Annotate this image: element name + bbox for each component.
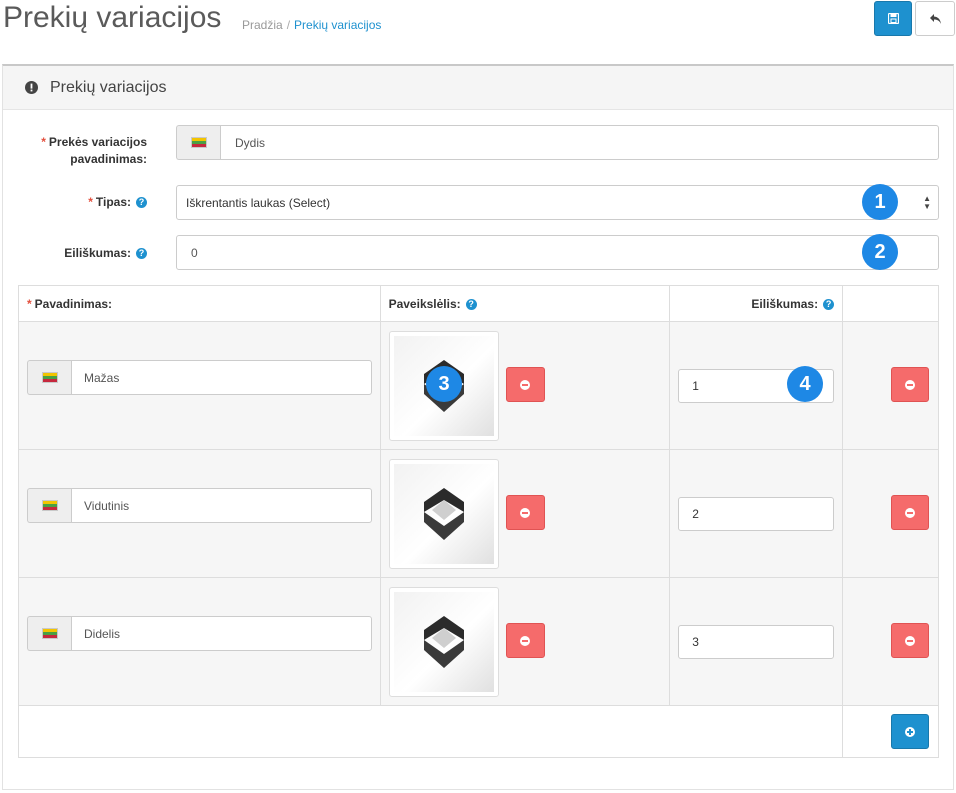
- table-footer-row: [17, 705, 939, 758]
- help-icon[interactable]: ?: [823, 298, 835, 310]
- value-image-cell: [379, 577, 671, 706]
- opencart-logo-image: [393, 592, 494, 692]
- reply-arrow-icon: [929, 13, 941, 24]
- variation-name-input[interactable]: Dydis: [220, 125, 939, 160]
- value-name-group: Mažas: [27, 360, 372, 395]
- save-button[interactable]: [874, 1, 912, 36]
- help-icon[interactable]: ?: [465, 298, 477, 310]
- remove-image-button[interactable]: [505, 495, 545, 530]
- value-image-thumbnail[interactable]: [388, 459, 499, 569]
- value-name-input[interactable]: Vidutinis: [71, 488, 372, 523]
- exclamation-circle-icon: [25, 81, 38, 94]
- breadcrumb-home[interactable]: Pradžia: [242, 18, 283, 32]
- column-header-image: Paveikslėlis:?: [379, 285, 671, 322]
- value-action-cell: [842, 577, 939, 706]
- type-label: * Tipas:?: [20, 195, 147, 209]
- opencart-logo-icon: [423, 488, 464, 540]
- breadcrumb: Pradžia / Prekių variacijos: [242, 18, 381, 32]
- footer-action-cell: [842, 705, 939, 758]
- value-sort-input[interactable]: 3: [678, 625, 835, 659]
- type-select-value: Iškrentantis laukas (Select): [186, 195, 331, 210]
- value-image-cell: [379, 449, 671, 578]
- type-label-text: Tipas:: [95, 195, 131, 209]
- value-name-cell: Mažas: [18, 321, 381, 450]
- select-arrows-icon: ▲ ▼: [923, 194, 931, 211]
- minus-circle-icon: [520, 379, 531, 390]
- value-name-group: Vidutinis: [27, 488, 372, 523]
- value-name-input[interactable]: Didelis: [71, 616, 372, 651]
- value-action-cell: [842, 321, 939, 450]
- sort-order-input[interactable]: 0: [176, 235, 939, 270]
- variation-name-group: Dydis: [176, 125, 939, 160]
- floppy-disk-icon: [887, 13, 899, 24]
- value-name-cell: Didelis: [18, 577, 381, 706]
- column-header-name: * Pavadinimas:: [18, 285, 381, 322]
- opencart-logo-icon: [423, 616, 464, 668]
- language-flag-addon: [176, 125, 220, 160]
- variation-values-table: * Pavadinimas: Paveikslėlis:? Eiliškumas:…: [17, 285, 939, 758]
- breadcrumb-current[interactable]: Prekių variacijos: [294, 18, 381, 32]
- remove-value-button[interactable]: [891, 495, 930, 530]
- table-row: Vidutinis 2: [18, 449, 939, 578]
- type-select[interactable]: Iškrentantis laukas (Select) ▲ ▼: [176, 185, 939, 220]
- value-sort-cell: 2: [669, 449, 844, 578]
- remove-value-button[interactable]: [891, 367, 930, 402]
- column-header-sort: Eiliškumas:?: [669, 285, 844, 322]
- variation-name-label-line1: Prekės variacijos: [48, 135, 147, 149]
- lithuania-flag-icon: [41, 628, 58, 639]
- value-image-thumbnail[interactable]: [388, 587, 499, 697]
- table-header-row: * Pavadinimas: Paveikslėlis:? Eiliškumas:…: [18, 285, 939, 322]
- help-icon[interactable]: ?: [136, 197, 147, 209]
- column-header-name-text: Pavadinimas:: [34, 296, 113, 311]
- value-sort-input[interactable]: 2: [678, 497, 835, 531]
- breadcrumb-separator: /: [286, 18, 291, 32]
- column-header-image-text: Paveikslėlis:: [388, 296, 461, 311]
- value-action-cell: [842, 449, 939, 578]
- language-flag-addon: [27, 360, 71, 395]
- sort-order-label-text: Eiliškumas:: [64, 246, 131, 260]
- minus-circle-icon: [905, 635, 916, 646]
- page-title: Prekių variacijos: [3, 1, 222, 34]
- value-sort-cell: 3: [669, 577, 844, 706]
- variation-name-label: * Prekės variacijos pavadinimas:: [20, 134, 147, 168]
- remove-value-button[interactable]: [891, 623, 930, 658]
- minus-circle-icon: [905, 507, 916, 518]
- variation-name-label-line2: pavadinimas:: [70, 152, 147, 166]
- column-header-actions: [842, 285, 939, 322]
- value-name-group: Didelis: [27, 616, 372, 651]
- required-mark: *: [88, 195, 93, 209]
- column-header-sort-text: Eiliškumas:: [751, 296, 819, 311]
- annotation-marker-4: 4: [787, 366, 823, 402]
- minus-circle-icon: [905, 379, 916, 390]
- annotation-marker-3: 3: [426, 366, 462, 402]
- add-value-button[interactable]: [891, 714, 930, 749]
- remove-image-button[interactable]: [505, 367, 545, 402]
- back-button[interactable]: [915, 1, 955, 36]
- language-flag-addon: [27, 616, 71, 651]
- plus-circle-icon: [905, 726, 916, 737]
- panel-title: Prekių variacijos: [50, 78, 167, 96]
- remove-image-button[interactable]: [505, 623, 545, 658]
- value-name-cell: Vidutinis: [18, 449, 381, 578]
- minus-circle-icon: [520, 635, 531, 646]
- opencart-logo-image: [393, 464, 494, 564]
- lithuania-flag-icon: [190, 137, 207, 148]
- value-image-cell: [379, 321, 671, 450]
- help-icon[interactable]: ?: [136, 248, 147, 260]
- lithuania-flag-icon: [41, 372, 58, 383]
- value-name-input[interactable]: Mažas: [71, 360, 372, 395]
- footer-spacer-cell: [17, 705, 844, 758]
- lithuania-flag-icon: [41, 500, 58, 511]
- annotation-marker-1: 1: [862, 184, 898, 220]
- required-mark: *: [27, 296, 32, 311]
- table-row: Didelis 3: [18, 577, 939, 706]
- language-flag-addon: [27, 488, 71, 523]
- minus-circle-icon: [520, 507, 531, 518]
- required-mark: *: [41, 135, 46, 149]
- sort-order-label: Eiliškumas:?: [20, 246, 147, 260]
- panel-heading: Prekių variacijos: [3, 66, 953, 110]
- annotation-marker-2: 2: [862, 234, 898, 270]
